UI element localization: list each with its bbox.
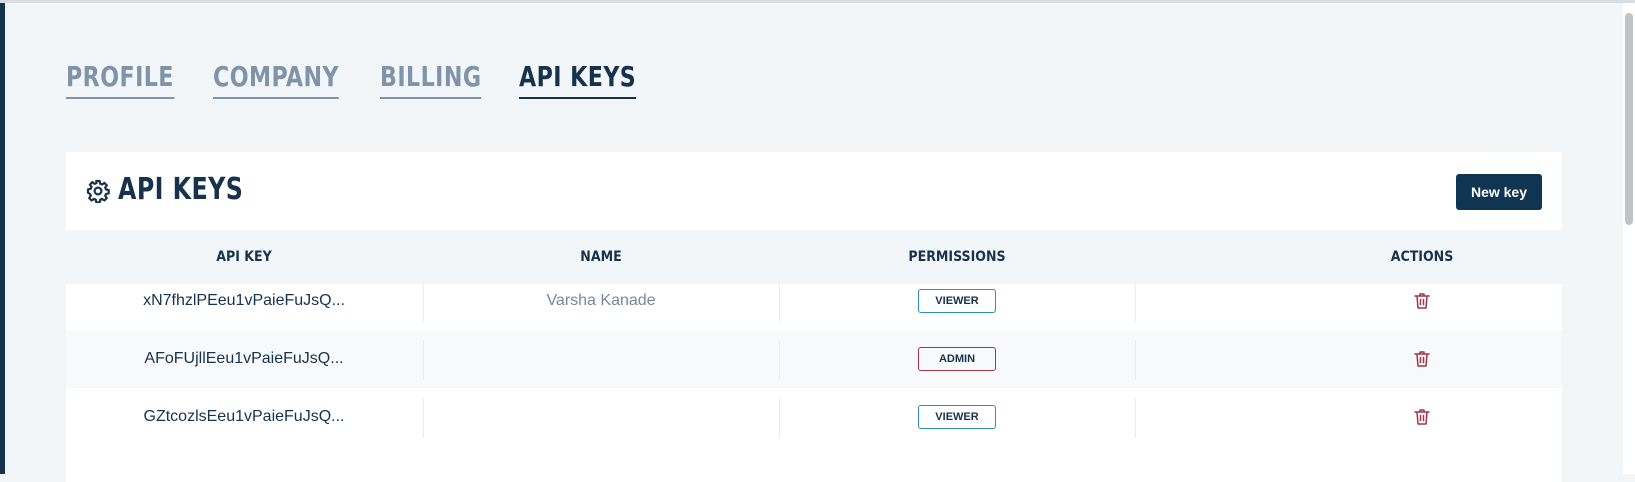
- card-title: API KEYS: [118, 172, 244, 207]
- permission-badge: ADMIN: [918, 346, 996, 371]
- permission-cell: VIEWER: [780, 388, 1134, 446]
- column-divider: [1135, 398, 1136, 438]
- table-row: AFoFUjllEeu1vPaieFuJsQ... ADMIN: [66, 330, 1562, 388]
- vertical-scrollbar[interactable]: [1623, 3, 1635, 474]
- actions-cell: [1366, 388, 1478, 446]
- trash-icon[interactable]: [1412, 349, 1432, 369]
- tab-profile[interactable]: PROFILE: [66, 60, 174, 99]
- column-divider: [1135, 282, 1136, 322]
- actions-cell: [1366, 330, 1478, 388]
- tab-api-keys[interactable]: API KEYS: [519, 60, 637, 99]
- api-keys-card: API KEYS New key API KEY NAME PERMISSION…: [66, 152, 1562, 482]
- trash-icon[interactable]: [1412, 291, 1432, 311]
- key-name: [424, 330, 778, 388]
- table-row: xN7fhzlPEeu1vPaieFuJsQ... Varsha Kanade …: [66, 272, 1562, 330]
- table-row: GZtcozlsEeu1vPaieFuJsQ... VIEWER: [66, 388, 1562, 446]
- column-divider: [1135, 340, 1136, 380]
- top-border: [0, 0, 1635, 3]
- left-accent-bar: [0, 3, 5, 474]
- tab-company[interactable]: COMPANY: [212, 60, 339, 99]
- api-key-value: GZtcozlsEeu1vPaieFuJsQ...: [143, 408, 345, 425]
- api-key-value: xN7fhzlPEeu1vPaieFuJsQ...: [143, 292, 345, 309]
- key-name: Varsha Kanade: [546, 292, 656, 309]
- scrollbar-thumb[interactable]: [1625, 13, 1633, 225]
- tab-billing[interactable]: BILLING: [379, 60, 482, 99]
- permission-cell: ADMIN: [780, 330, 1134, 388]
- permission-cell: VIEWER: [780, 272, 1134, 330]
- permission-badge: VIEWER: [918, 404, 996, 429]
- actions-cell: [1366, 272, 1478, 330]
- key-name: [424, 388, 778, 446]
- permission-badge: VIEWER: [918, 288, 996, 313]
- gear-icon: [86, 179, 110, 203]
- settings-tabs: PROFILE COMPANY BILLING API KEYS: [66, 60, 637, 99]
- new-key-button[interactable]: New key: [1456, 174, 1542, 210]
- card-header: API KEYS New key: [66, 152, 1562, 230]
- api-key-value: AFoFUjllEeu1vPaieFuJsQ...: [144, 350, 344, 367]
- trash-icon[interactable]: [1412, 407, 1432, 427]
